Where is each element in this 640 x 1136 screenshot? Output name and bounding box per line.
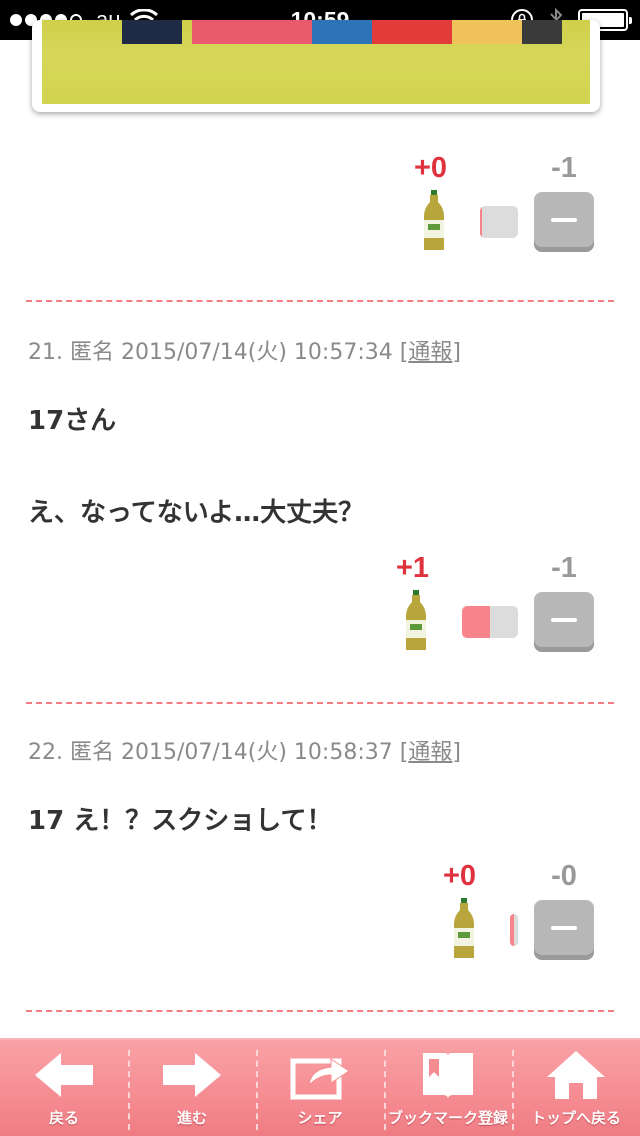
vote-widget-21: +1 -1 bbox=[374, 552, 594, 652]
minus-count: -0 bbox=[551, 860, 577, 892]
comment-meta-22: 22. 匿名 2015/07/14(火) 10:58:37 [通報] bbox=[28, 740, 461, 765]
to-top-label: トップへ戻る bbox=[530, 1109, 621, 1127]
vote-meter bbox=[462, 606, 518, 638]
bad-vote-button[interactable] bbox=[534, 900, 594, 960]
comment-meta-21: 21. 匿名 2015/07/14(火) 10:57:34 [通報] bbox=[28, 340, 461, 365]
comment-photo-card bbox=[32, 20, 600, 112]
good-bottle-icon[interactable] bbox=[405, 590, 427, 652]
plus-count: +0 bbox=[414, 152, 448, 184]
bad-vote-button[interactable] bbox=[534, 192, 594, 252]
bookmark-button[interactable]: ブックマーク登録 bbox=[384, 1040, 512, 1136]
home-icon bbox=[547, 1051, 605, 1099]
bad-vote-button[interactable] bbox=[534, 592, 594, 652]
forward-label: 進む bbox=[176, 1109, 207, 1127]
plus-count: +0 bbox=[443, 860, 477, 892]
back-button[interactable]: 戻る bbox=[0, 1040, 128, 1136]
to-top-button[interactable]: トップへ戻る bbox=[512, 1040, 640, 1136]
share-icon bbox=[290, 1058, 350, 1100]
report-link[interactable]: 通報 bbox=[408, 740, 452, 765]
vote-meter bbox=[510, 914, 518, 946]
minus-count: -1 bbox=[551, 552, 577, 584]
book-icon bbox=[423, 1053, 473, 1099]
vote-widget-22: +0 -0 bbox=[374, 860, 594, 960]
vote-meter bbox=[480, 206, 518, 238]
report-link[interactable]: 通報 bbox=[408, 340, 452, 365]
comment-body-line: 17さん bbox=[28, 406, 117, 436]
comment-photo[interactable] bbox=[42, 20, 590, 104]
comment-divider bbox=[26, 702, 614, 704]
good-bottle-icon[interactable] bbox=[423, 190, 445, 252]
back-label: 戻る bbox=[48, 1109, 79, 1127]
arrow-left-icon bbox=[35, 1053, 93, 1097]
bookmark-label: ブックマーク登録 bbox=[387, 1109, 508, 1127]
forward-button[interactable]: 進む bbox=[128, 1040, 256, 1136]
plus-count: +1 bbox=[396, 552, 430, 584]
good-bottle-icon[interactable] bbox=[453, 898, 475, 960]
comment-divider bbox=[26, 1010, 614, 1012]
vote-widget-20: +0 -1 bbox=[374, 152, 594, 252]
comment-body-line: 17 え！？スクショして！ bbox=[28, 806, 333, 836]
arrow-right-icon bbox=[163, 1053, 221, 1097]
share-button[interactable]: シェア bbox=[256, 1040, 384, 1136]
comment-body-line: え、なってないよ…大丈夫？ bbox=[28, 498, 365, 528]
comment-divider bbox=[26, 300, 614, 302]
bottom-toolbar: 戻る 進む シェア ブックマーク登録 トップへ戻る bbox=[0, 1038, 640, 1136]
minus-count: -1 bbox=[551, 152, 577, 184]
share-label: シェア bbox=[297, 1109, 343, 1127]
